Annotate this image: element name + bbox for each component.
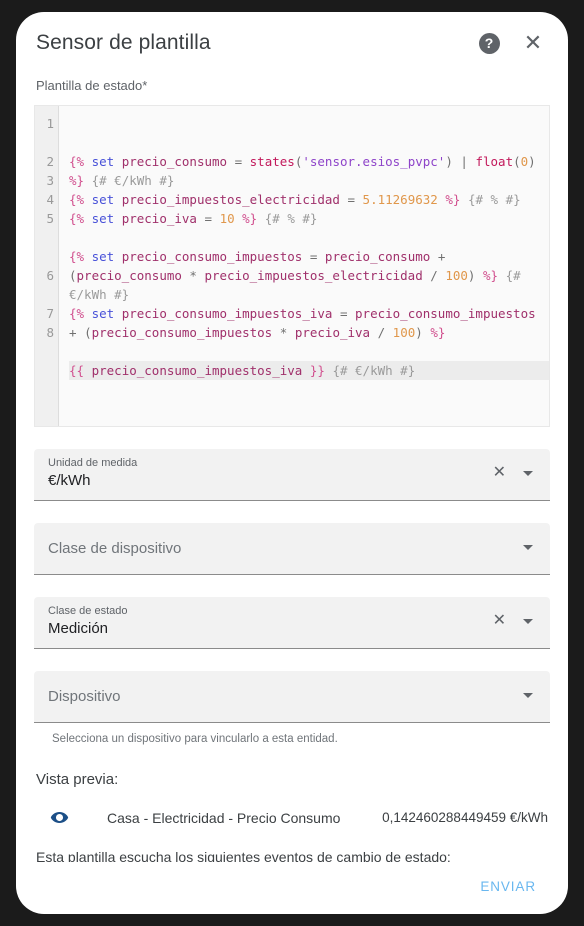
state-class-value: Medición	[48, 620, 109, 637]
code-line: {% set precio_impuestos_electricidad = 5…	[69, 192, 521, 207]
help-circle-icon: ?	[478, 32, 500, 54]
device-class-select[interactable]: Clase de dispositivo	[34, 523, 550, 575]
chevron-down-icon[interactable]	[523, 619, 533, 624]
chevron-down-icon[interactable]	[523, 545, 533, 550]
listen-description: Esta plantilla escucha los siguientes ev…	[36, 849, 451, 862]
help-button[interactable]: ?	[472, 26, 506, 60]
code-line: {% set precio_consumo_impuestos_iva = pr…	[69, 306, 536, 340]
dialog-body: Plantilla de estado* 1 . 2 3 4 5 . . 6 .…	[16, 74, 568, 862]
editor-line-numbers: 1 . 2 3 4 5 . . 6 . 7 8	[35, 106, 59, 426]
page-title: Sensor de plantilla	[36, 31, 211, 54]
clear-icon[interactable]: ✕	[493, 613, 506, 629]
state-class-select[interactable]: Clase de estado Medición ✕	[34, 597, 550, 649]
line-number: 6	[46, 268, 54, 283]
code-line: {% set precio_consumo = states('sensor.e…	[69, 154, 536, 188]
line-number: 8	[46, 325, 54, 340]
unit-of-measurement-select[interactable]: Unidad de medida €/kWh ✕	[34, 449, 550, 501]
template-sensor-dialog: Sensor de plantilla ? ✕ Plantilla de est…	[16, 12, 568, 914]
submit-button[interactable]: ENVIAR	[474, 878, 542, 895]
line-number: 1	[46, 116, 54, 131]
state-template-editor[interactable]: 1 . 2 3 4 5 . . 6 . 7 8 {% set precio_co…	[34, 105, 550, 427]
device-select[interactable]: Dispositivo	[34, 671, 550, 723]
preview-entity-value: 0,142460288449459 €/kWh	[382, 810, 548, 825]
preview-entity-name: Casa - Electricidad - Precio Consumo	[107, 809, 341, 826]
line-number-wrap: .	[35, 247, 54, 266]
preview-entity-row: Casa - Electricidad - Precio Consumo 0,1…	[34, 808, 550, 827]
line-number: 3	[46, 173, 54, 188]
unit-of-measurement-value: €/kWh	[48, 472, 91, 489]
state-template-label: Plantilla de estado*	[36, 78, 148, 93]
close-icon: ✕	[523, 30, 543, 55]
line-number-wrap: .	[35, 285, 54, 304]
state-class-label: Clase de estado	[48, 605, 128, 617]
device-placeholder: Dispositivo	[48, 688, 121, 705]
line-number: 7	[46, 306, 54, 321]
line-number-wrap: .	[35, 228, 54, 247]
code-line: {% set precio_consumo_impuestos = precio…	[69, 249, 529, 302]
line-number: 4	[46, 192, 54, 207]
preview-heading: Vista previa:	[36, 771, 119, 788]
chevron-down-icon[interactable]	[523, 693, 533, 698]
code-line-active: {{ precio_consumo_impuestos_iva }} {# €/…	[69, 361, 549, 380]
clear-icon[interactable]: ✕	[493, 465, 506, 481]
chevron-down-icon[interactable]	[523, 471, 533, 476]
line-number-wrap: .	[35, 133, 54, 152]
close-button[interactable]: ✕	[516, 26, 550, 60]
line-number: 5	[46, 211, 54, 226]
line-number: 2	[46, 154, 54, 169]
device-class-placeholder: Clase de dispositivo	[48, 540, 182, 557]
dialog-footer: ENVIAR	[16, 862, 568, 914]
code-line: {% set precio_iva = 10 %} {# % #}	[69, 211, 318, 226]
device-helper-text: Selecciona un dispositivo para vincularl…	[52, 733, 338, 745]
dialog-header: Sensor de plantilla ? ✕	[16, 12, 568, 74]
unit-of-measurement-label: Unidad de medida	[48, 457, 138, 469]
editor-code-area[interactable]: {% set precio_consumo = states('sensor.e…	[59, 106, 549, 426]
eye-icon[interactable]	[36, 808, 78, 827]
